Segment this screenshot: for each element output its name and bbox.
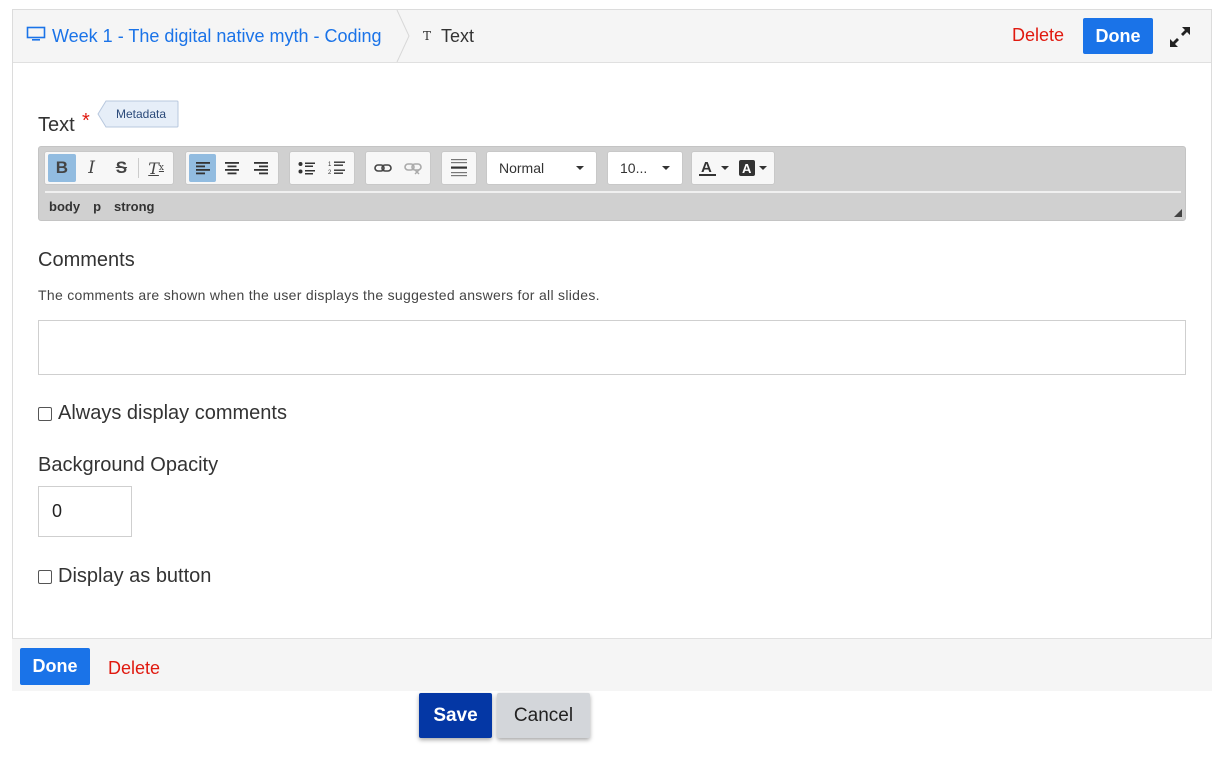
top-done-button[interactable]: Done	[1083, 18, 1153, 54]
comments-label: Comments	[38, 249, 135, 271]
svg-text:2: 2	[328, 170, 332, 176]
chevron-down-icon	[662, 166, 670, 170]
display-as-button-checkbox[interactable]	[38, 569, 52, 584]
chevron-down-icon	[759, 166, 767, 170]
toolbar-separator	[138, 158, 140, 178]
italic-icon[interactable]: I	[78, 154, 106, 182]
comments-description: The comments are shown when the user dis…	[38, 287, 600, 303]
bold-icon[interactable]: B	[48, 154, 76, 182]
format-select[interactable]: Normal	[486, 151, 597, 185]
breadcrumb-link[interactable]: Week 1 - The digital native myth - Codin…	[13, 10, 396, 62]
background-opacity-label: Background Opacity	[38, 454, 219, 476]
cancel-button[interactable]: Cancel	[497, 693, 590, 738]
element-path-item[interactable]: body	[49, 199, 80, 214]
display-as-button-row: Display as button	[38, 565, 211, 588]
breadcrumb-separator	[396, 10, 410, 62]
font-size-select-value: 10...	[620, 160, 648, 176]
toolbar-color-group: A A	[691, 151, 775, 185]
toolbar-block-group	[441, 151, 477, 185]
resize-handle-icon[interactable]	[1174, 209, 1182, 217]
format-select-value: Normal	[499, 160, 545, 176]
metadata-button[interactable]: Metadata	[97, 100, 179, 128]
required-mark: *	[82, 110, 90, 132]
background-opacity-input[interactable]: 0	[38, 486, 132, 537]
align-center-icon[interactable]	[218, 154, 245, 182]
link-icon[interactable]	[369, 154, 397, 182]
font-size-select[interactable]: 10...	[607, 151, 683, 185]
bulleted-list-icon[interactable]	[293, 154, 321, 182]
background-color-icon[interactable]: A	[734, 154, 771, 182]
metadata-label: Metadata	[115, 107, 167, 121]
always-display-comments-checkbox[interactable]	[38, 406, 52, 421]
strikethrough-icon[interactable]: S	[108, 154, 136, 182]
breadcrumb-link-label: Week 1 - The digital native myth - Codin…	[52, 25, 382, 46]
toolbar-list-group: 12	[289, 151, 355, 185]
breadcrumb-current-label: Text	[441, 25, 475, 46]
background-opacity-value: 0	[52, 501, 63, 521]
toolbar-link-group	[365, 151, 431, 185]
bottom-bar: Done Delete	[12, 638, 1212, 691]
top-delete-button[interactable]: Delete	[1012, 25, 1064, 46]
toolbar-align-group	[185, 151, 279, 185]
rich-text-editor[interactable]: B I S Tx 12 Normal 10... A A body p stro…	[38, 146, 1186, 221]
align-left-icon[interactable]	[189, 154, 217, 182]
text-color-icon[interactable]: A	[695, 154, 732, 182]
editor-divider	[45, 191, 1181, 193]
expand-icon[interactable]	[1167, 24, 1193, 50]
top-bar: Week 1 - The digital native myth - Codin…	[13, 10, 1211, 63]
svg-text:1: 1	[328, 162, 332, 168]
remove-format-icon[interactable]: Tx	[142, 154, 170, 182]
always-display-comments-label: Always display comments	[58, 402, 287, 424]
breadcrumb-current: T Text	[423, 10, 474, 62]
bottom-done-button[interactable]: Done	[20, 648, 90, 685]
chevron-down-icon	[576, 166, 584, 170]
comments-input[interactable]	[38, 320, 1186, 375]
align-right-icon[interactable]	[248, 154, 275, 182]
text-field-label: Text	[38, 114, 75, 136]
element-path: body p strong	[49, 199, 154, 214]
element-path-item[interactable]: strong	[114, 199, 154, 214]
always-display-comments-row: Always display comments	[38, 402, 287, 425]
display-as-button-label: Display as button	[58, 565, 212, 587]
numbered-list-icon[interactable]: 12	[323, 154, 351, 182]
text-type-icon: T	[423, 29, 432, 43]
unlink-icon[interactable]	[399, 154, 427, 182]
svg-text:A: A	[742, 161, 752, 176]
chevron-down-icon	[721, 166, 729, 170]
toolbar-format-group: B I S Tx	[44, 151, 174, 185]
monitor-icon	[26, 26, 46, 47]
save-button[interactable]: Save	[419, 693, 492, 738]
bottom-delete-button[interactable]: Delete	[108, 658, 160, 679]
svg-text:A: A	[701, 159, 712, 176]
horizontal-rule-icon[interactable]	[445, 154, 473, 182]
element-path-item[interactable]: p	[93, 199, 101, 214]
